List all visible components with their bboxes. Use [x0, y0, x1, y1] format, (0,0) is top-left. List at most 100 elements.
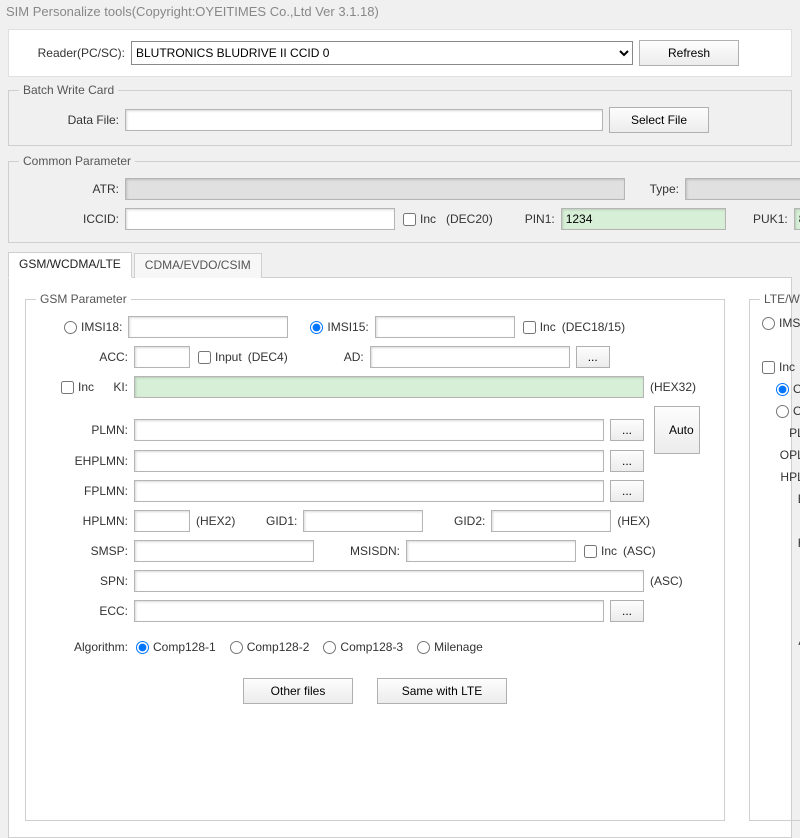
imsi18-label: IMSI18: [81, 320, 122, 334]
fplmn-label: FPLMN: [36, 484, 128, 498]
dec4-label: (DEC4) [248, 350, 288, 364]
ki-input[interactable] [134, 376, 644, 398]
imsi15-label: IMSI15: [327, 320, 368, 334]
lte-imsi1-label: IMSI1 [779, 316, 800, 330]
lte-opc-label: OPC [793, 382, 800, 396]
lte-opc-radio[interactable] [776, 383, 789, 396]
dec20-label: (DEC20) [446, 212, 493, 226]
lte-imsi1-radio[interactable] [762, 317, 775, 330]
refresh-button[interactable]: Refresh [639, 40, 739, 66]
imsi-inc-label: Inc [540, 320, 556, 334]
plmn-label: PLMN: [36, 423, 128, 437]
type-display [685, 178, 800, 200]
tab-cdma[interactable]: CDMA/EVDO/CSIM [134, 253, 262, 278]
gsm-legend: GSM Parameter [36, 292, 131, 306]
ki-inc-checkbox[interactable] [61, 381, 74, 394]
hex2-label: (HEX2) [196, 514, 235, 528]
dec1815-label: (DEC18/15) [562, 320, 625, 334]
ecc-input[interactable] [134, 600, 604, 622]
iccid-inc-label: Inc [420, 212, 436, 226]
smsp-input[interactable] [134, 540, 314, 562]
imsi-inc-checkbox[interactable] [523, 321, 536, 334]
common-legend: Common Parameter [19, 154, 135, 168]
datafile-input[interactable] [125, 109, 603, 131]
lte-inc-label: Inc [779, 360, 795, 374]
msisdn-inc-checkbox[interactable] [584, 545, 597, 558]
type-label: Type: [631, 182, 679, 196]
hplmn-label: HPLMN: [36, 514, 128, 528]
msisdn-label: MSISDN: [320, 544, 400, 558]
atr-label: ATR: [19, 182, 119, 196]
alg-comp128-1-radio[interactable] [136, 641, 149, 654]
acc-input-checkbox[interactable] [198, 351, 211, 364]
ki-label: KI: [100, 380, 128, 394]
lte-legend: LTE/WCDMA [760, 292, 800, 306]
imsi15-input[interactable] [375, 316, 515, 338]
tab-strip: GSM/WCDMA/LTE CDMA/EVDO/CSIM [8, 251, 792, 278]
msisdn-input[interactable] [406, 540, 576, 562]
gid1-label: GID1: [241, 514, 297, 528]
alg-comp128-3-radio[interactable] [323, 641, 336, 654]
plmn-dots-button[interactable]: ... [610, 419, 644, 441]
acc-label: ACC: [36, 350, 128, 364]
reader-label: Reader(PC/SC): [17, 46, 125, 60]
batch-fieldset: Batch Write Card Data File: Select File [8, 83, 792, 146]
gid2-input[interactable] [491, 510, 611, 532]
plmn-input[interactable] [134, 419, 604, 441]
same-with-lte-button[interactable]: Same with LTE [377, 678, 507, 704]
ecc-label: ECC: [36, 604, 128, 618]
ad-label: AD: [294, 350, 364, 364]
reader-select[interactable]: BLUTRONICS BLUDRIVE II CCID 0 [131, 41, 633, 65]
alg-comp128-2-radio[interactable] [230, 641, 243, 654]
fplmn-input[interactable] [134, 480, 604, 502]
puk1-label: PUK1: [732, 212, 788, 226]
lte-oplmnwa-label: OPLMNwA [780, 448, 800, 462]
ehplmn-dots-button[interactable]: ... [610, 450, 644, 472]
hplmn-input[interactable] [134, 510, 190, 532]
gid1-input[interactable] [303, 510, 423, 532]
datafile-label: Data File: [19, 113, 119, 127]
gid2-label: GID2: [429, 514, 485, 528]
imsi18-radio[interactable] [64, 321, 77, 334]
lte-fieldset: LTE/WCDMA IMSI1 AC Inc OPC OP PLMNwA OPL… [749, 292, 800, 821]
spn-input[interactable] [134, 570, 644, 592]
tab-gsm[interactable]: GSM/WCDMA/LTE [8, 252, 132, 278]
iccid-inc-wrapper: Inc [401, 212, 436, 226]
ecc-dots-button[interactable]: ... [610, 600, 644, 622]
lte-inc-checkbox[interactable] [762, 361, 775, 374]
batch-legend: Batch Write Card [19, 83, 118, 97]
puk1-input[interactable] [794, 208, 800, 230]
hex32-label: (HEX32) [650, 380, 696, 394]
other-files-button[interactable]: Other files [243, 678, 353, 704]
auto-button[interactable]: Auto [654, 406, 700, 454]
alg-comp128-1-label: Comp128-1 [153, 640, 216, 654]
msisdn-inc-label: Inc [601, 544, 617, 558]
ki-inc-label: Inc [78, 380, 94, 394]
ehplmn-input[interactable] [134, 450, 604, 472]
lte-op-label: OP [793, 404, 800, 418]
ad-input[interactable] [370, 346, 570, 368]
common-fieldset: Common Parameter ATR: Type: ICCID: Inc (… [8, 154, 800, 243]
iccid-label: ICCID: [19, 212, 119, 226]
lte-op-radio[interactable] [776, 405, 789, 418]
iccid-input[interactable] [125, 208, 395, 230]
imsi18-input[interactable] [128, 316, 288, 338]
imsi15-radio[interactable] [310, 321, 323, 334]
smsp-label: SMSP: [36, 544, 128, 558]
pin1-input[interactable] [561, 208, 726, 230]
spn-asc-label: (ASC) [650, 574, 683, 588]
window-title: SIM Personalize tools(Copyright:OYEITIME… [0, 0, 800, 23]
ehplmn-label: EHPLMN: [36, 454, 128, 468]
alg-comp128-3-label: Comp128-3 [340, 640, 403, 654]
ad-dots-button[interactable]: ... [576, 346, 610, 368]
smsp-asc-label: (ASC) [623, 544, 656, 558]
lte-hplmnwa-label: HPLMNwA [780, 470, 800, 484]
iccid-inc-checkbox[interactable] [403, 213, 416, 226]
select-file-button[interactable]: Select File [609, 107, 709, 133]
alg-milenage-radio[interactable] [417, 641, 430, 654]
acc-input-label: Input [215, 350, 242, 364]
fplmn-dots-button[interactable]: ... [610, 480, 644, 502]
alg-milenage-label: Milenage [434, 640, 483, 654]
hex-label: (HEX) [617, 514, 650, 528]
acc-input[interactable] [134, 346, 190, 368]
